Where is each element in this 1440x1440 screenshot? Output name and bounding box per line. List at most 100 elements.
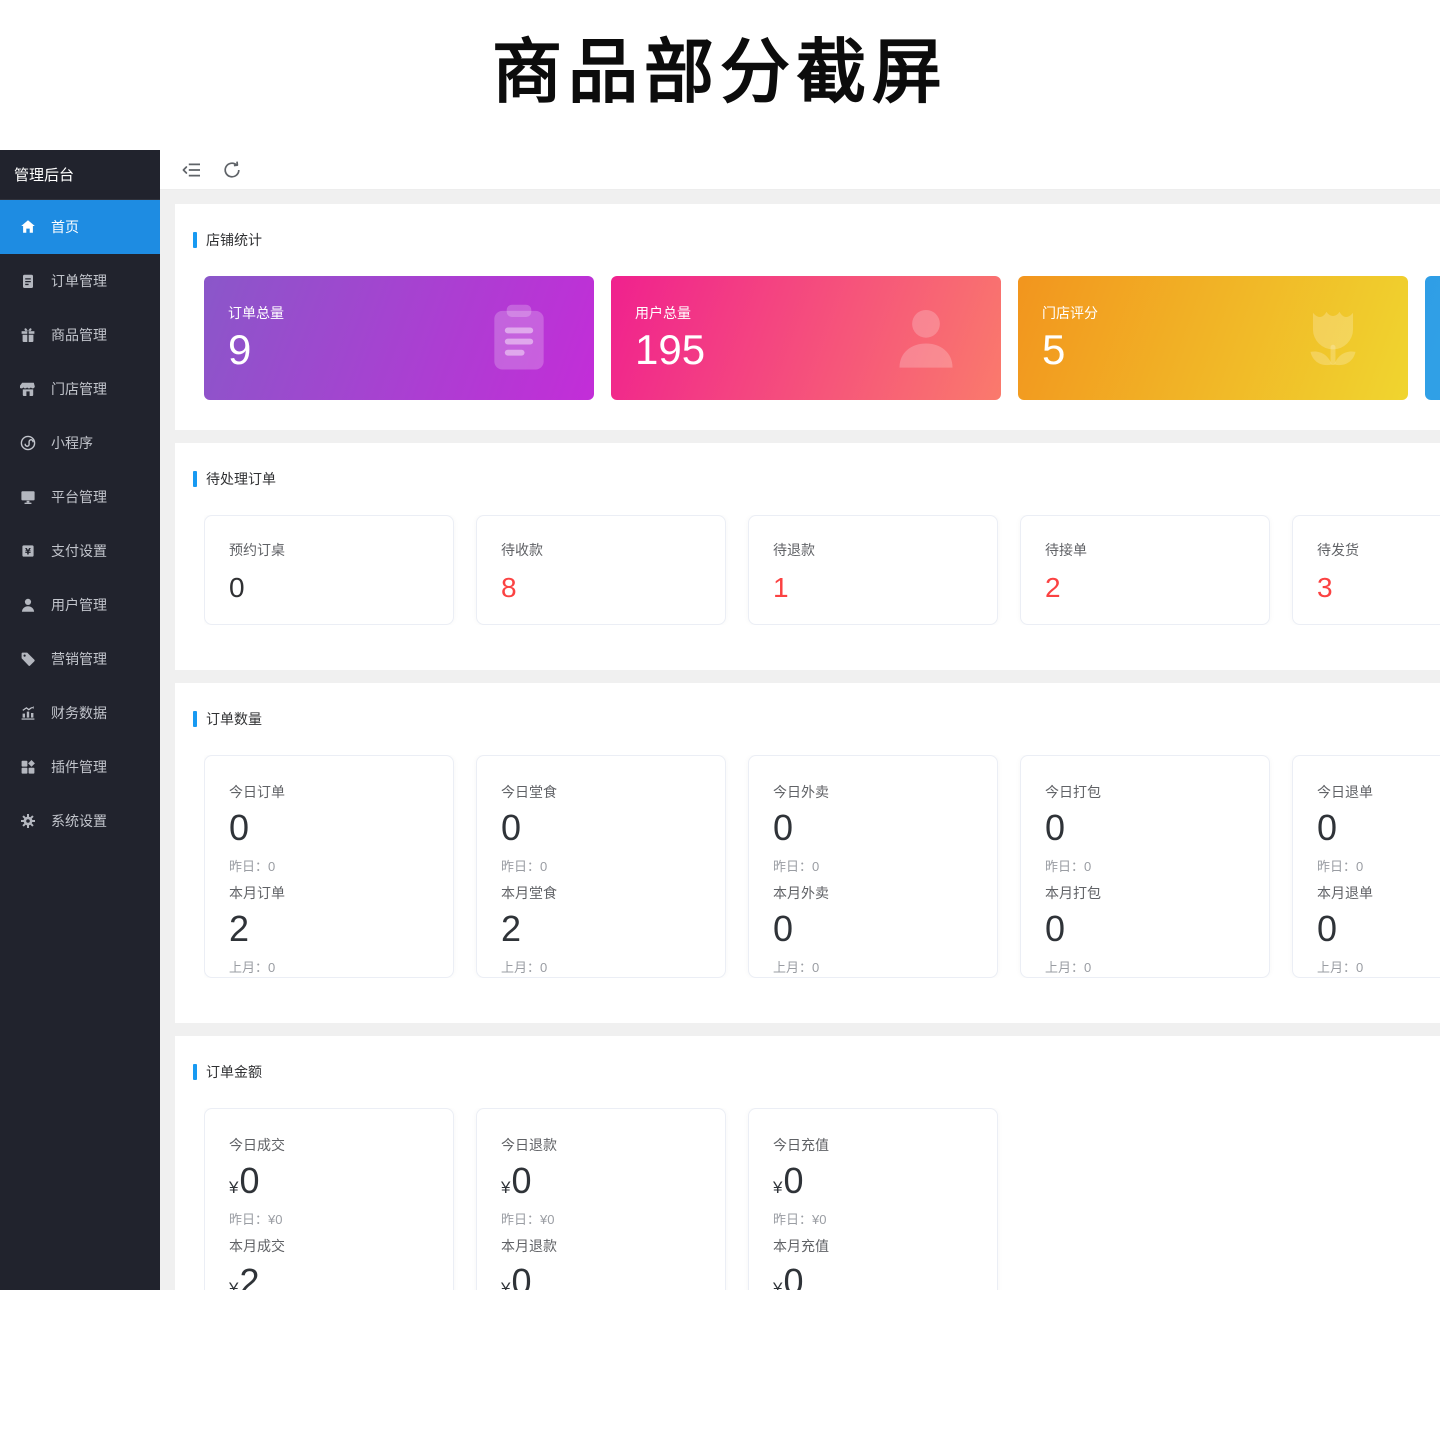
pending-card-label: 待接单 bbox=[1045, 540, 1269, 560]
amount-number: 0 bbox=[511, 1160, 531, 1201]
sidebar-item-label: 财务数据 bbox=[51, 703, 107, 723]
sidebar-item-label: 平台管理 bbox=[51, 487, 107, 507]
sidebar-item-users[interactable]: 用户管理 bbox=[0, 578, 160, 632]
marketing-icon bbox=[20, 651, 36, 667]
currency-symbol: ¥ bbox=[773, 1279, 782, 1290]
section-pending-orders: 待处理订单 预约订桌 0 待收款 8 待退款 1 bbox=[175, 443, 1440, 670]
section-accent-bar bbox=[193, 1064, 197, 1080]
flower-icon bbox=[1296, 301, 1370, 375]
sidebar-item-plugins[interactable]: 插件管理 bbox=[0, 740, 160, 794]
pending-card-label: 待发货 bbox=[1317, 540, 1440, 560]
count-last-month: 上月：0 bbox=[773, 957, 997, 976]
amount-today-label: 今日退款 bbox=[501, 1135, 725, 1155]
sidebar-item-finance[interactable]: 财务数据 bbox=[0, 686, 160, 740]
count-today-value: 0 bbox=[229, 809, 453, 847]
currency-symbol: ¥ bbox=[229, 1178, 238, 1197]
amount-number: 0 bbox=[783, 1261, 803, 1290]
collapse-sidebar-icon[interactable] bbox=[182, 160, 202, 180]
finance-icon bbox=[20, 705, 36, 721]
sidebar-item-label: 支付设置 bbox=[51, 541, 107, 561]
amount-today-value: ¥0 bbox=[229, 1162, 453, 1200]
pending-card-value: 3 bbox=[1317, 572, 1440, 604]
amount-today-value: ¥0 bbox=[501, 1162, 725, 1200]
sidebar-item-label: 用户管理 bbox=[51, 595, 107, 615]
sidebar-item-settings[interactable]: 系统设置 bbox=[0, 794, 160, 848]
amount-yesterday: 昨日：¥0 bbox=[229, 1209, 453, 1228]
main-area: 店铺统计 订单总量 9 用户总量 195 门店评分 5 bbox=[160, 150, 1440, 1290]
sidebar-item-goods[interactable]: 商品管理 bbox=[0, 308, 160, 362]
section-accent-bar bbox=[193, 711, 197, 727]
store-icon bbox=[20, 381, 36, 397]
count-card-returns: 今日退单 0 昨日：0 本月退单 0 上月：0 bbox=[1292, 755, 1440, 978]
stat-card-total-orders: 订单总量 9 bbox=[204, 276, 594, 400]
pending-card-value: 1 bbox=[773, 572, 997, 604]
section-order-counts: 订单数量 今日订单 0 昨日：0 本月订单 2 上月：0 今日堂食 0 昨日：0 bbox=[175, 683, 1440, 1023]
goods-icon bbox=[20, 327, 36, 343]
count-last-month: 上月：0 bbox=[1317, 957, 1440, 976]
pending-card-value: 2 bbox=[1045, 572, 1269, 604]
dashboard-content: 店铺统计 订单总量 9 用户总量 195 门店评分 5 bbox=[160, 190, 1440, 1290]
count-today-label: 今日堂食 bbox=[501, 782, 725, 802]
sidebar-item-miniprogram[interactable]: 小程序 bbox=[0, 416, 160, 470]
count-today-label: 今日外卖 bbox=[773, 782, 997, 802]
section-title-text: 待处理订单 bbox=[206, 469, 276, 489]
count-today-value: 0 bbox=[773, 809, 997, 847]
count-month-value: 2 bbox=[501, 910, 725, 948]
page-title: 商品部分截屏 bbox=[0, 16, 1440, 117]
currency-symbol: ¥ bbox=[501, 1279, 510, 1290]
currency-symbol: ¥ bbox=[501, 1178, 510, 1197]
sidebar-item-label: 门店管理 bbox=[51, 379, 107, 399]
clipboard-icon bbox=[482, 301, 556, 375]
stat-card-clipped bbox=[1425, 276, 1440, 400]
pending-card-awaiting-accept: 待接单 2 bbox=[1020, 515, 1270, 625]
count-today-value: 0 bbox=[1045, 809, 1269, 847]
count-today-label: 今日打包 bbox=[1045, 782, 1269, 802]
sidebar-item-marketing[interactable]: 营销管理 bbox=[0, 632, 160, 686]
sidebar-item-label: 首页 bbox=[51, 217, 79, 237]
pending-card-reservations: 预约订桌 0 bbox=[204, 515, 454, 625]
amount-number: 0 bbox=[783, 1160, 803, 1201]
count-month-label: 本月退单 bbox=[1317, 883, 1440, 903]
count-card-takeout: 今日外卖 0 昨日：0 本月外卖 0 上月：0 bbox=[748, 755, 998, 978]
sidebar-item-label: 小程序 bbox=[51, 433, 93, 453]
sidebar-item-stores[interactable]: 门店管理 bbox=[0, 362, 160, 416]
home-icon bbox=[20, 219, 36, 235]
sidebar-item-home[interactable]: 首页 bbox=[0, 200, 160, 254]
count-card-packed: 今日打包 0 昨日：0 本月打包 0 上月：0 bbox=[1020, 755, 1270, 978]
pending-card-awaiting-refund: 待退款 1 bbox=[748, 515, 998, 625]
count-month-value: 0 bbox=[1317, 910, 1440, 948]
count-month-value: 2 bbox=[229, 910, 453, 948]
section-title-text: 订单数量 bbox=[206, 709, 262, 729]
count-card-dine-in: 今日堂食 0 昨日：0 本月堂食 2 上月：0 bbox=[476, 755, 726, 978]
section-title: 待处理订单 bbox=[193, 469, 1440, 489]
count-month-label: 本月外卖 bbox=[773, 883, 997, 903]
amount-yesterday: 昨日：¥0 bbox=[773, 1209, 997, 1228]
section-accent-bar bbox=[193, 232, 197, 248]
toolbar bbox=[160, 150, 1440, 190]
amount-month-value: ¥0 bbox=[773, 1263, 997, 1290]
plugins-icon bbox=[20, 759, 36, 775]
users-icon bbox=[20, 597, 36, 613]
section-title: 店铺统计 bbox=[193, 230, 1440, 250]
stat-card-store-rating: 门店评分 5 bbox=[1018, 276, 1408, 400]
count-last-month: 上月：0 bbox=[1045, 957, 1269, 976]
refresh-icon[interactable] bbox=[222, 160, 242, 180]
miniprogram-icon bbox=[20, 435, 36, 451]
sidebar-item-label: 系统设置 bbox=[51, 811, 107, 831]
pending-card-value: 8 bbox=[501, 572, 725, 604]
pending-card-awaiting-payment: 待收款 8 bbox=[476, 515, 726, 625]
section-title: 订单金额 bbox=[193, 1062, 1440, 1082]
payment-icon bbox=[20, 543, 36, 559]
amount-number: 2 bbox=[239, 1261, 259, 1290]
amount-month-value: ¥2 bbox=[229, 1263, 453, 1290]
sidebar-item-platform[interactable]: 平台管理 bbox=[0, 470, 160, 524]
count-yesterday: 昨日：0 bbox=[501, 856, 725, 875]
sidebar-item-payment[interactable]: 支付设置 bbox=[0, 524, 160, 578]
sidebar-item-label: 商品管理 bbox=[51, 325, 107, 345]
stat-card-total-users: 用户总量 195 bbox=[611, 276, 1001, 400]
settings-icon bbox=[20, 813, 36, 829]
count-yesterday: 昨日：0 bbox=[229, 856, 453, 875]
amount-number: 0 bbox=[239, 1160, 259, 1201]
sidebar-item-orders[interactable]: 订单管理 bbox=[0, 254, 160, 308]
amount-month-label: 本月成交 bbox=[229, 1236, 453, 1256]
